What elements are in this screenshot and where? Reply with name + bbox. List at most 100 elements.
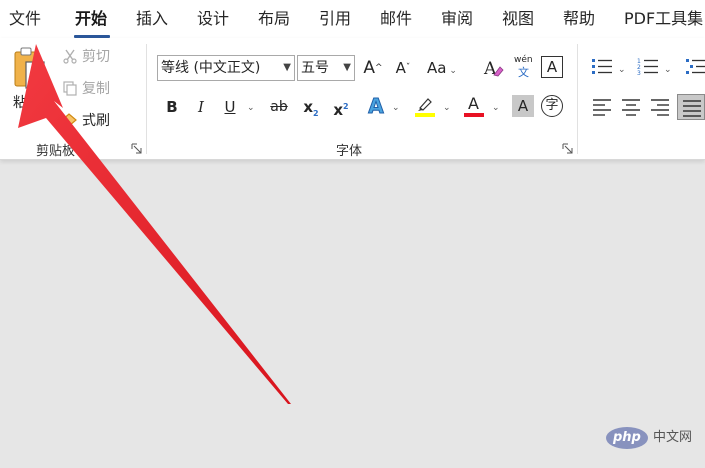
multilevel-list-button[interactable]	[684, 56, 705, 78]
tab-home[interactable]: 开始	[75, 9, 107, 29]
change-case-label: Aa	[427, 59, 447, 77]
bullets-icon	[592, 59, 612, 74]
group-separator	[146, 44, 147, 154]
format-painter-icon	[61, 113, 77, 127]
clipboard-dialog-launcher-icon[interactable]	[131, 143, 142, 154]
font-name-combo[interactable]: 等线 (中文正文) ▼	[157, 55, 295, 81]
clipboard-group-label: 剪贴板	[36, 144, 76, 159]
font-size-value: 五号	[301, 60, 329, 76]
underline-button[interactable]: U	[218, 95, 242, 119]
character-border-label: A	[546, 58, 558, 76]
clear-formatting-icon: A	[483, 59, 504, 79]
copy-button[interactable]: 复制	[60, 78, 118, 98]
superscript-button[interactable]: x2	[329, 95, 353, 119]
cut-label: 剪切	[82, 49, 110, 65]
cut-button[interactable]: 剪切	[60, 46, 118, 66]
enclose-characters-label: 字	[545, 98, 559, 113]
subscript-label: x	[303, 98, 314, 116]
character-border-button[interactable]: A	[541, 56, 563, 78]
numbering-button[interactable]: 1 2 3	[636, 56, 660, 78]
copy-label: 复制	[82, 81, 110, 97]
enclose-characters-button[interactable]: 字	[541, 95, 563, 117]
highlighter-icon	[418, 98, 432, 111]
italic-button[interactable]: I	[189, 95, 213, 119]
chevron-down-icon: ▼	[343, 62, 351, 73]
strikethrough-label: ab	[270, 99, 288, 115]
numbering-icon: 1 2 3	[637, 58, 658, 77]
pinyin-top-label: wén	[514, 55, 533, 65]
superscript-digit: 2	[343, 102, 349, 111]
watermark-site: 中文网	[653, 430, 693, 445]
chevron-down-icon: ▼	[283, 62, 291, 73]
bullets-button[interactable]	[590, 56, 614, 78]
svg-text:A: A	[483, 59, 497, 79]
font-color-dropdown-icon[interactable]: ⌄	[492, 104, 500, 113]
shrink-font-button[interactable]: Aˇ	[391, 56, 415, 80]
underline-label: U	[224, 98, 236, 116]
pinyin-bottom-label: 文	[518, 66, 529, 79]
tab-pdf-tools[interactable]: PDF工具集	[624, 9, 703, 29]
highlight-color-bar	[415, 113, 435, 117]
bold-label: B	[166, 98, 178, 116]
tab-view[interactable]: 视图	[502, 9, 534, 29]
grow-font-button[interactable]: A^	[361, 56, 385, 80]
align-right-icon	[651, 99, 669, 116]
grow-font-icon: A	[363, 58, 376, 78]
svg-text:3: 3	[637, 70, 641, 77]
menu-tab-bar: 文件 开始 插入 设计 布局 引用 邮件 审阅 视图 帮助 PDF工具集	[0, 0, 705, 38]
highlight-button[interactable]	[413, 94, 437, 120]
highlight-dropdown-icon[interactable]: ⌄	[443, 104, 451, 113]
tab-design[interactable]: 设计	[197, 9, 229, 29]
align-right-button[interactable]	[648, 96, 672, 118]
tab-file[interactable]: 文件	[9, 9, 41, 29]
tab-references[interactable]: 引用	[319, 9, 351, 29]
clear-formatting-button[interactable]: A	[481, 56, 505, 80]
watermark-brand: php	[613, 430, 641, 445]
paste-label: 粘贴	[13, 95, 41, 111]
font-name-value: 等线 (中文正文)	[161, 60, 261, 76]
subscript-button[interactable]: x2	[299, 95, 323, 119]
align-left-icon	[593, 99, 611, 116]
change-case-button[interactable]: Aa ⌄	[427, 56, 463, 80]
font-size-combo[interactable]: 五号 ▼	[297, 55, 355, 81]
tab-review[interactable]: 审阅	[441, 9, 473, 29]
clipboard-icon	[14, 47, 45, 89]
underline-dropdown-icon[interactable]: ⌄	[247, 104, 255, 113]
php-watermark: php 中文网	[605, 425, 705, 451]
text-effects-dropdown-icon[interactable]: ⌄	[392, 104, 400, 113]
scissors-icon	[63, 49, 77, 64]
format-painter-button[interactable]: 式刷	[60, 110, 132, 130]
numbering-dropdown-icon[interactable]: ⌄	[664, 66, 672, 75]
font-color-bar	[464, 113, 484, 117]
align-center-button[interactable]	[619, 96, 643, 118]
format-painter-label: 式刷	[82, 113, 110, 129]
font-color-label: A	[468, 94, 479, 113]
document-area[interactable]	[0, 161, 705, 468]
bullets-dropdown-icon[interactable]: ⌄	[618, 66, 626, 75]
tab-insert[interactable]: 插入	[136, 9, 168, 29]
justify-icon	[683, 100, 701, 117]
strikethrough-button[interactable]: ab	[267, 95, 291, 119]
tab-mailings[interactable]: 邮件	[380, 9, 412, 29]
paste-dropdown-icon[interactable]: ⌄	[25, 116, 33, 125]
text-effects-button[interactable]: A	[364, 94, 388, 119]
copy-icon	[63, 81, 77, 96]
phonetic-guide-button[interactable]: wén 文	[513, 54, 533, 80]
justify-button[interactable]	[677, 94, 705, 120]
font-dialog-launcher-icon[interactable]	[562, 143, 573, 154]
font-color-button[interactable]: A	[462, 94, 486, 120]
font-group-label: 字体	[336, 144, 363, 159]
character-shading-label: A	[517, 97, 529, 115]
character-shading-button[interactable]: A	[512, 95, 534, 117]
italic-label: I	[198, 98, 204, 116]
paste-button[interactable]: 粘贴 ⌄	[8, 44, 52, 134]
multilevel-list-icon	[686, 59, 705, 74]
tab-layout[interactable]: 布局	[258, 9, 290, 29]
subscript-digit: 2	[313, 109, 319, 118]
shrink-font-icon: A	[395, 59, 406, 77]
align-center-icon	[622, 99, 640, 116]
align-left-button[interactable]	[590, 96, 614, 118]
tab-help[interactable]: 帮助	[563, 9, 595, 29]
bold-button[interactable]: B	[160, 95, 184, 119]
group-separator	[577, 44, 578, 154]
